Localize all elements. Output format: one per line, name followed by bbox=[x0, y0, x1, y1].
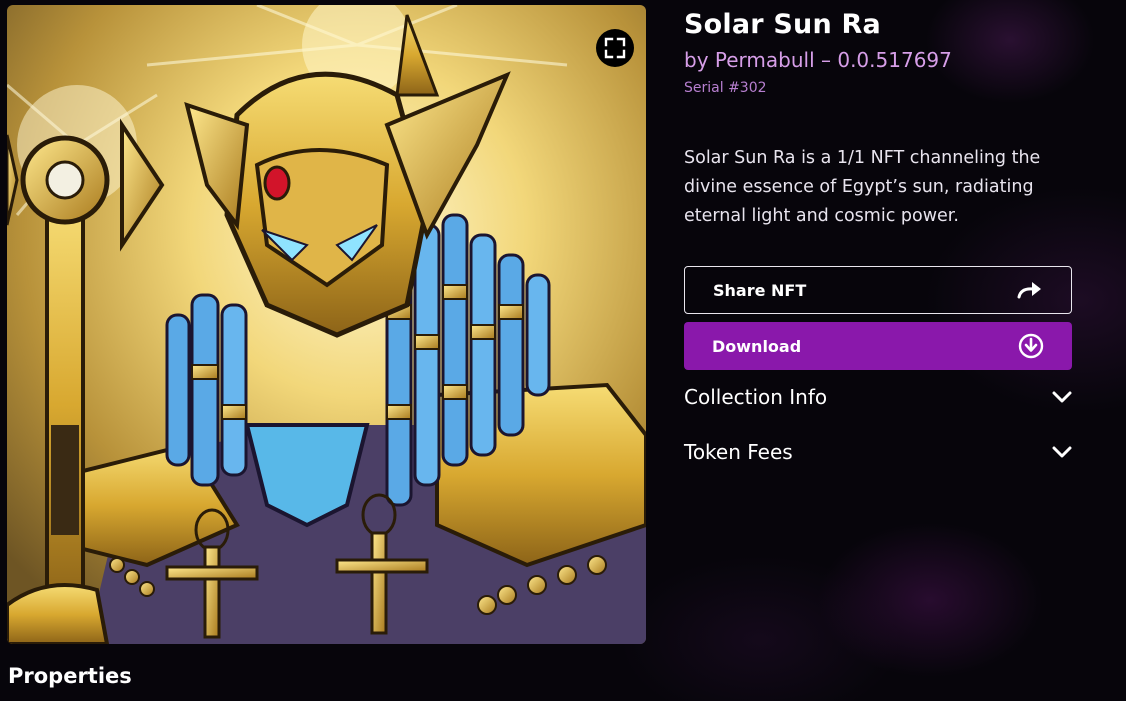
share-arrow-icon bbox=[1017, 282, 1041, 299]
download-button[interactable]: Download bbox=[684, 322, 1072, 370]
collection-info-accordion[interactable]: Collection Info bbox=[684, 379, 1072, 415]
creator-link[interactable]: by Permabull – 0.0.517697 bbox=[684, 48, 952, 72]
chevron-down-icon bbox=[1052, 446, 1072, 458]
serial-number: Serial #302 bbox=[684, 80, 767, 96]
nft-description: Solar Sun Ra is a 1/1 NFT channeling the… bbox=[684, 148, 1041, 226]
download-circle-icon bbox=[1018, 333, 1044, 359]
token-fees-label: Token Fees bbox=[684, 440, 793, 464]
artwork-illustration bbox=[7, 5, 646, 644]
share-nft-button[interactable]: Share NFT bbox=[684, 266, 1072, 314]
share-nft-label: Share NFT bbox=[713, 280, 807, 300]
token-fees-accordion[interactable]: Token Fees bbox=[684, 434, 1072, 470]
chevron-down-icon bbox=[1052, 391, 1072, 403]
expand-icon bbox=[604, 37, 626, 59]
properties-heading: Properties bbox=[8, 664, 132, 688]
nft-detail-page: Solar Sun Ra by Permabull – 0.0.517697 S… bbox=[0, 0, 1126, 701]
nft-artwork[interactable] bbox=[7, 5, 646, 644]
fullscreen-button[interactable] bbox=[596, 29, 634, 67]
collection-info-label: Collection Info bbox=[684, 385, 828, 409]
nft-title: Solar Sun Ra bbox=[684, 9, 881, 40]
download-label: Download bbox=[712, 336, 802, 356]
